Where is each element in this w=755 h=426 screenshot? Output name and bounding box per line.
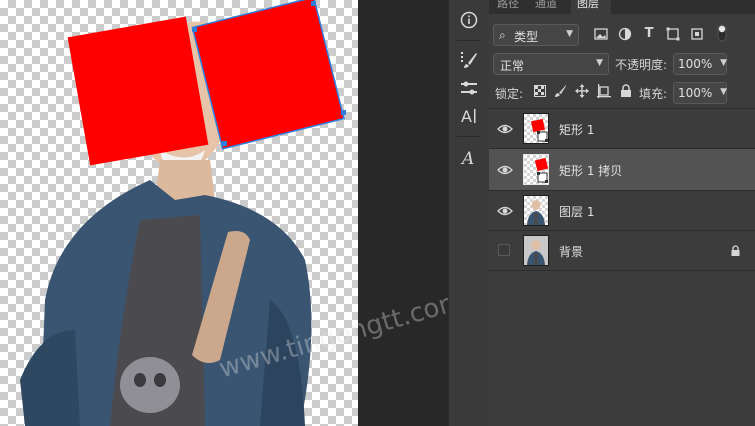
transform-handle[interactable]	[222, 141, 227, 146]
glyph-icon: A	[460, 149, 474, 168]
info-icon	[460, 11, 478, 29]
brush-settings-icon	[461, 52, 477, 68]
svg-text:A: A	[460, 149, 474, 168]
fill-input[interactable]: 100% ▼	[673, 82, 727, 104]
photo-thumbnail-icon	[524, 236, 548, 265]
type-icon: T	[644, 26, 654, 41]
lock-position-button[interactable]	[575, 84, 589, 102]
svg-text:A: A	[461, 107, 472, 126]
tab-layers-label: 图层	[577, 0, 599, 10]
opacity-value: 100%	[678, 57, 713, 71]
eye-icon[interactable]	[497, 162, 513, 178]
layer-row-rectangle-1-copy[interactable]: 矩形 1 拷贝	[489, 149, 755, 191]
lock-transparent-button[interactable]	[533, 85, 547, 101]
layer-filter-dropdown[interactable]: ⌕ 类型 ▼	[493, 24, 579, 46]
filter-pixel-button[interactable]	[593, 27, 609, 45]
lock-all-button[interactable]	[619, 84, 633, 102]
shape-layer-icon	[537, 172, 548, 183]
workspace-gutter	[358, 0, 431, 426]
filter-toggle[interactable]	[715, 24, 729, 46]
layers-panel: 路径 通道 图层 ⌕ 类型 ▼ T 正常 ▼ 不透明度: 100% ▼ 锁定:	[489, 0, 755, 426]
checkerboard-icon	[534, 85, 546, 97]
filter-type-button[interactable]: T	[641, 26, 657, 41]
search-icon: ⌕	[499, 28, 506, 42]
layer-thumbnail	[523, 195, 549, 226]
fill-value: 100%	[678, 86, 713, 100]
artboard-icon	[597, 84, 611, 98]
layer-name: 背景	[559, 245, 584, 259]
layer-row-background[interactable]: 背景	[489, 231, 755, 271]
red-rectangle-1	[67, 16, 209, 166]
filter-adjustment-button[interactable]	[617, 27, 633, 45]
info-button[interactable]	[449, 2, 489, 38]
filter-smart-object-button[interactable]	[689, 27, 705, 45]
tab-channels[interactable]: 通道	[535, 0, 565, 14]
chevron-down-icon: ▼	[566, 29, 573, 39]
canvas-artwork	[20, 0, 346, 426]
eye-icon[interactable]	[497, 121, 513, 137]
lock-artboard-button[interactable]	[597, 84, 611, 102]
adjust-icon	[461, 81, 477, 95]
tab-paths[interactable]: 路径	[497, 0, 527, 14]
move-icon	[575, 84, 589, 98]
filter-label: 类型	[514, 30, 539, 44]
layer-name: 图层 1	[559, 205, 595, 219]
layer-row-rectangle-1[interactable]: 矩形 1	[489, 109, 755, 149]
tab-channels-label: 通道	[535, 0, 557, 10]
glyphs-button[interactable]: A	[449, 140, 489, 176]
layer-thumbnail	[523, 154, 549, 185]
image-icon	[594, 28, 608, 40]
shape-icon	[666, 27, 680, 41]
tab-layers[interactable]: 图层	[571, 0, 611, 14]
transform-handle[interactable]	[341, 110, 346, 115]
skull-eye-right	[154, 373, 166, 387]
lock-image-button[interactable]	[553, 84, 567, 102]
photo-thumbnail-icon	[527, 200, 545, 225]
chevron-down-icon: ▼	[596, 58, 603, 68]
chevron-down-icon: ▼	[720, 87, 727, 97]
opacity-label: 不透明度:	[615, 58, 668, 72]
layer-thumbnail	[523, 113, 549, 144]
adjustment-circle-icon	[618, 27, 632, 41]
document-canvas[interactable]	[0, 0, 358, 426]
brush-icon	[555, 85, 566, 97]
layer-thumbnail	[523, 235, 549, 266]
skull-eye-left	[134, 373, 146, 387]
visibility-toggle[interactable]	[498, 244, 510, 256]
character-icon: A	[461, 107, 476, 126]
character-button[interactable]: A	[449, 98, 489, 134]
filter-shape-button[interactable]	[665, 27, 681, 45]
transform-handle[interactable]	[311, 1, 316, 6]
toggle-icon	[717, 24, 727, 42]
opacity-input[interactable]: 100% ▼	[673, 53, 727, 75]
layer-name: 矩形 1 拷贝	[559, 164, 623, 178]
tab-paths-label: 路径	[497, 0, 519, 10]
panel-tabs: 路径 通道 图层	[489, 0, 755, 14]
lock-label: 锁定:	[495, 87, 524, 101]
panel-toolbar: A A	[448, 0, 490, 426]
transform-handle[interactable]	[192, 27, 197, 32]
smart-object-icon	[691, 28, 703, 40]
skull-print	[120, 357, 180, 413]
layer-name: 矩形 1	[559, 123, 595, 137]
chevron-down-icon: ▼	[720, 58, 727, 68]
blend-mode-value: 正常	[500, 59, 525, 73]
subject-left-sleeve	[20, 330, 80, 426]
fill-label: 填充:	[639, 87, 668, 101]
shape-layer-icon	[537, 131, 548, 142]
blend-mode-dropdown[interactable]: 正常 ▼	[493, 53, 609, 75]
lock-icon	[731, 245, 740, 256]
layer-row-layer-1[interactable]: 图层 1	[489, 191, 755, 231]
eye-icon[interactable]	[497, 203, 513, 219]
lock-icon	[621, 84, 631, 97]
